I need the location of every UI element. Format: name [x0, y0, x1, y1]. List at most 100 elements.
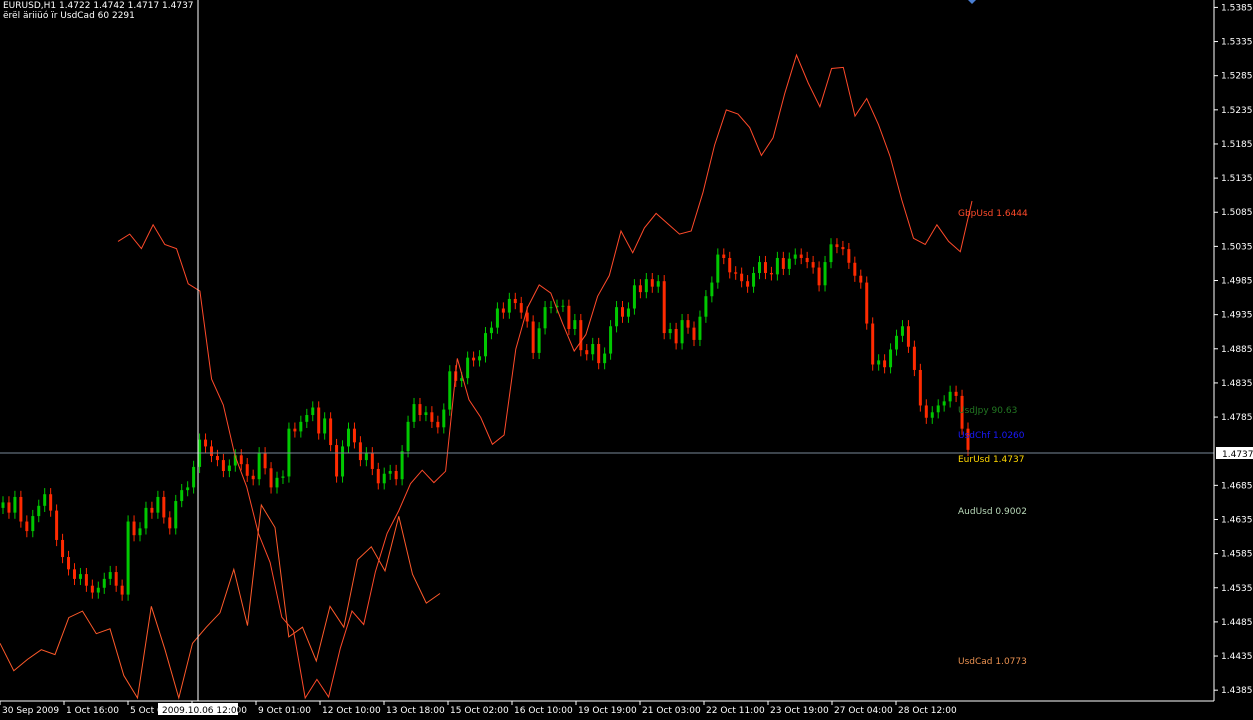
eurusd-candle [912, 340, 916, 377]
eurusd-candle [281, 470, 285, 484]
eurusd-candle [847, 242, 851, 269]
eurusd-candle [549, 301, 553, 314]
eurusd-candle [120, 579, 124, 601]
eurusd-candle [25, 515, 29, 538]
eurusd-candle [174, 494, 178, 535]
eurusd-candle [758, 255, 762, 280]
eurusd-candle [853, 256, 857, 282]
price-tick-label: 1.5035 [1221, 242, 1253, 252]
eurusd-candle [519, 296, 523, 319]
eurusd-candle [638, 279, 642, 299]
eurusd-candle [311, 401, 315, 422]
gbpusd-line [117, 53, 973, 700]
eurusd-candle [704, 290, 708, 323]
eurusd-candle [37, 499, 41, 523]
eurusd-candle [400, 445, 404, 486]
crosshair-time-value: 2009.10.06 12:00 [162, 706, 243, 716]
price-tick-label: 1.4985 [1221, 277, 1253, 287]
eurusd-candle [698, 310, 702, 347]
eurusd-candle [102, 572, 106, 594]
price-tick-label: 1.5185 [1221, 140, 1253, 150]
label-gbpusd: GbpUsd 1.6444 [958, 209, 1028, 219]
eurusd-candle [644, 273, 648, 299]
eurusd-candle [55, 504, 59, 547]
eurusd-candle [686, 313, 690, 334]
chart-header-subtitle: ërël äriiüó ïr UsdCad 60 2291 [3, 11, 135, 21]
eurusd-candle [251, 469, 255, 486]
eurusd-candle [889, 343, 893, 374]
eurusd-candle [591, 337, 595, 361]
eurusd-candle [31, 509, 35, 538]
eurusd-candle [680, 313, 684, 350]
eurusd-candle [537, 322, 541, 360]
eurusd-candle [871, 317, 875, 371]
time-tick-label: 9 Oct 01:00 [258, 706, 311, 716]
eurusd-candle [412, 397, 416, 428]
time-tick-label: 22 Oct 11:00 [706, 706, 765, 716]
eurusd-candle [293, 422, 297, 438]
eurusd-candle [370, 447, 374, 476]
eurusd-candle [811, 255, 815, 274]
crosshair-time-tag: 2009.10.06 12:00 [158, 703, 243, 716]
eurusd-candle [495, 302, 499, 334]
eurusd-candle [19, 490, 23, 528]
time-tick-label: 13 Oct 18:00 [386, 706, 445, 716]
eurusd-candle [740, 267, 744, 288]
eurusd-candle [305, 408, 309, 428]
eurusd-candle [180, 483, 184, 508]
eurusd-candle [478, 350, 482, 367]
eurusd-candle [72, 563, 76, 586]
eurusd-candle [668, 322, 672, 340]
eurusd-candle [84, 567, 88, 592]
eurusd-candle [805, 251, 809, 269]
eurusd-candle [799, 248, 803, 265]
eurusd-candles [1, 238, 970, 601]
label-eurusd: EurUsd 1.4737 [958, 455, 1025, 465]
eurusd-candle [263, 447, 267, 475]
price-tick-label: 1.5285 [1221, 72, 1253, 82]
eurusd-candle [96, 581, 100, 599]
eurusd-candle [787, 252, 791, 276]
eurusd-candle [841, 240, 845, 256]
eurusd-candle [317, 401, 321, 440]
eurusd-candle [114, 565, 118, 592]
eurusd-candle [936, 399, 940, 419]
eurusd-candle [448, 365, 452, 416]
eurusd-candle [621, 301, 625, 323]
eurusd-candle [674, 322, 678, 350]
label-usdcad: UsdCad 1.0773 [958, 657, 1027, 667]
eurusd-candle [323, 412, 327, 440]
eurusd-candle [430, 406, 434, 428]
eurusd-candle [376, 462, 380, 490]
eurusd-candle [865, 276, 869, 330]
eurusd-candle [573, 313, 577, 336]
eurusd-candle [156, 490, 160, 519]
eurusd-candle [78, 567, 82, 586]
time-tick-label: 16 Oct 10:00 [514, 706, 573, 716]
time-tick-label: 27 Oct 04:00 [834, 706, 893, 716]
price-tick-label: 1.5385 [1221, 3, 1253, 13]
price-tick-label: 1.4835 [1221, 379, 1253, 389]
time-tick-label: 15 Oct 02:00 [450, 706, 509, 716]
eurusd-candle [239, 449, 243, 471]
eurusd-candle [781, 251, 785, 276]
eurusd-candle [346, 422, 350, 453]
current-price-value: 1.4737 [1222, 450, 1253, 460]
eurusd-candle [948, 385, 952, 408]
eurusd-candle [626, 302, 630, 323]
price-axis: 1.5385 1.5335 1.5285 1.5235 1.5185 1.5135 1.50… [1214, 3, 1253, 696]
eurusd-candle [543, 301, 547, 335]
eurusd-candle [13, 490, 17, 519]
eurusd-candle [168, 511, 172, 535]
eurusd-candle [507, 292, 511, 319]
eurusd-candle [472, 351, 476, 367]
eurusd-candle [900, 320, 904, 342]
eurusd-candle [746, 275, 750, 293]
eurusd-candle [466, 351, 470, 385]
price-tick-label: 1.4385 [1221, 686, 1253, 696]
price-tick-label: 1.4485 [1221, 618, 1253, 628]
eurusd-candle [823, 255, 827, 292]
eurusd-candle [209, 440, 213, 463]
eurusd-candle [835, 238, 839, 254]
eurusd-candle [382, 467, 386, 490]
